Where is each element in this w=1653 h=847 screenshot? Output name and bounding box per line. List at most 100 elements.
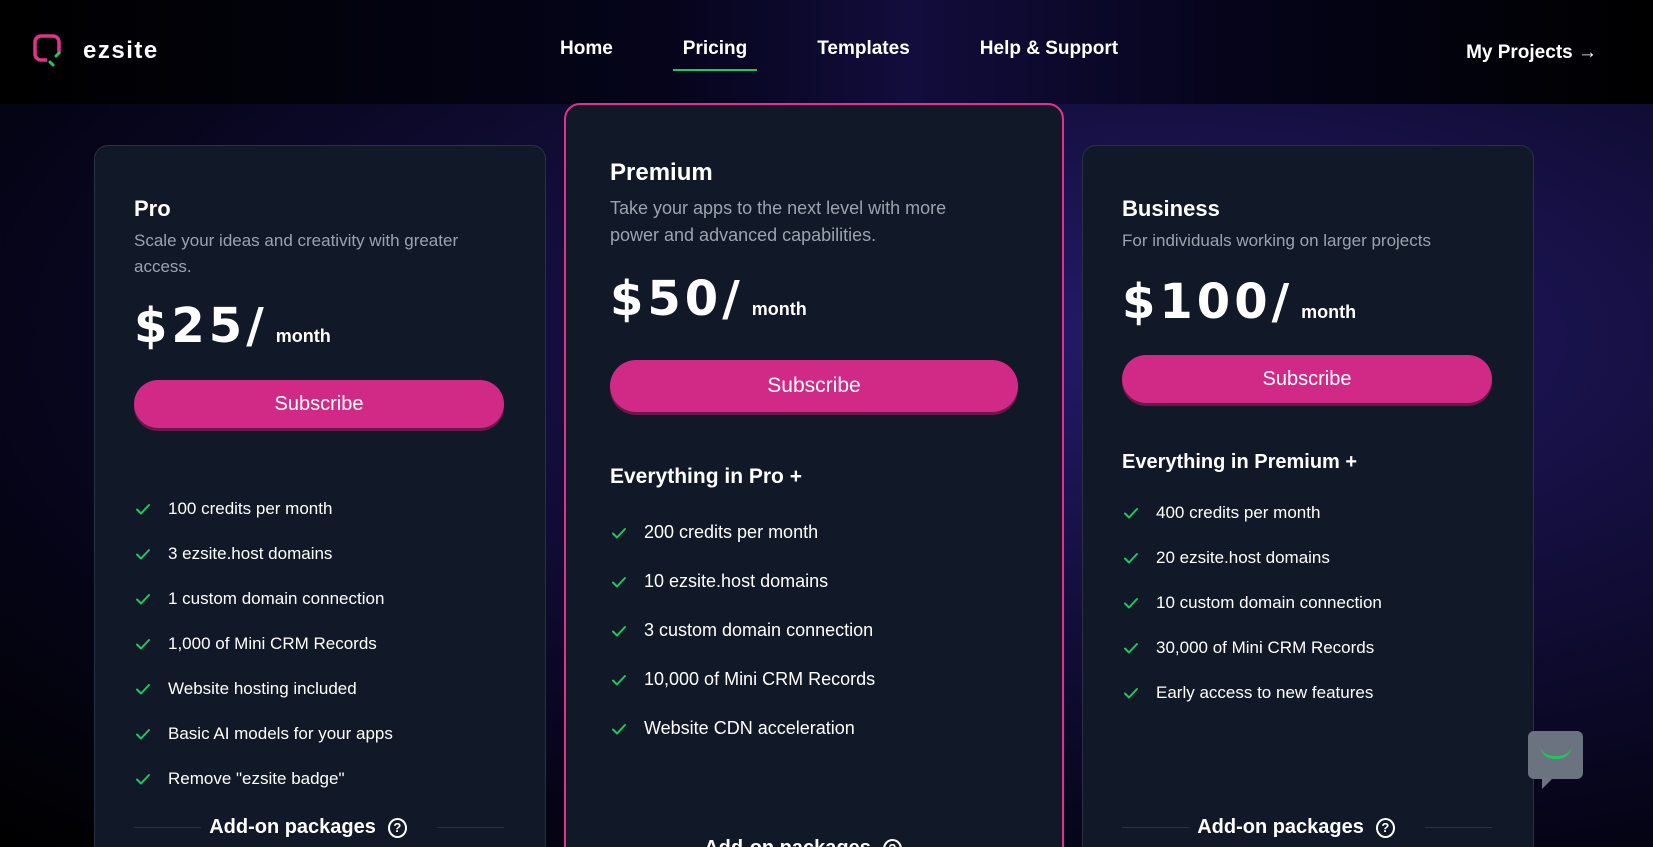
list-item: 10 custom domain connection — [1122, 580, 1382, 625]
feature-text: Early access to new features — [1156, 682, 1374, 702]
section-title: Everything in Pro + — [610, 465, 802, 488]
check-icon — [610, 671, 628, 689]
feature-list: 200 credits per month 10 ezsite.host dom… — [610, 508, 875, 753]
price-period: month — [751, 299, 807, 319]
feature-text: 100 credits per month — [168, 498, 333, 518]
my-projects-link[interactable]: My Projects → — [1466, 42, 1597, 64]
help-circle-icon[interactable]: ? — [882, 838, 902, 847]
list-item: Website hosting included — [134, 666, 393, 711]
feature-text: 10 custom domain connection — [1156, 592, 1382, 612]
feature-text: 30,000 of Mini CRM Records — [1156, 637, 1375, 657]
subscribe-button[interactable]: Subscribe — [1122, 355, 1492, 403]
check-icon — [610, 720, 628, 738]
ezsite-logo-icon — [33, 34, 65, 68]
help-circle-icon[interactable]: ? — [1375, 817, 1395, 838]
list-item: 100 credits per month — [134, 486, 393, 531]
main-nav: Home Pricing Templates Help & Support — [550, 38, 1178, 71]
subscribe-button[interactable]: Subscribe — [610, 360, 1018, 412]
check-icon — [1122, 684, 1140, 702]
check-icon — [610, 573, 628, 591]
list-item: 3 custom domain connection — [610, 606, 875, 655]
pricing-card-business: Business For individuals working on larg… — [1082, 145, 1534, 847]
help-circle-icon[interactable]: ? — [387, 817, 407, 838]
feature-text: 200 credits per month — [644, 522, 819, 542]
list-item: 200 credits per month — [610, 508, 875, 557]
pricing-card-premium: Premium Take your apps to the next level… — [564, 103, 1064, 847]
addon-label: Add-on packages — [704, 837, 871, 847]
feature-list: 400 credits per month 20 ezsite.host dom… — [1122, 490, 1382, 715]
list-item: 10,000 of Mini CRM Records — [610, 655, 875, 704]
section-title: Everything in Premium + — [1122, 451, 1358, 473]
feature-text: 10,000 of Mini CRM Records — [644, 669, 876, 689]
divider — [1424, 827, 1492, 828]
feature-text: 20 ezsite.host domains — [1156, 547, 1330, 567]
chat-smile — [1540, 745, 1572, 759]
check-icon — [1122, 594, 1140, 612]
chat-bubble-icon[interactable] — [1528, 731, 1583, 789]
price-period: month — [275, 326, 331, 346]
check-icon — [134, 770, 152, 788]
list-item: 30,000 of Mini CRM Records — [1122, 625, 1382, 670]
pricing-card-pro: Pro Scale your ideas and creativity with… — [94, 145, 546, 847]
nav-pricing[interactable]: Pricing — [672, 38, 758, 71]
check-icon — [610, 524, 628, 542]
plan-name: Pro — [134, 196, 171, 221]
subscribe-button[interactable]: Subscribe — [134, 380, 504, 428]
plan-description: Scale your ideas and creativity with gre… — [134, 231, 459, 276]
feature-text: 1 custom domain connection — [168, 588, 385, 608]
list-item: 1 custom domain connection — [134, 576, 393, 621]
list-item: 1,000 of Mini CRM Records — [134, 621, 393, 666]
addon-packages[interactable]: Add-on packages ? — [134, 816, 504, 839]
feature-text: 1,000 of Mini CRM Records — [168, 633, 377, 653]
list-item: 20 ezsite.host domains — [1122, 535, 1382, 580]
divider — [134, 827, 202, 828]
addon-label: Add-on packages — [1197, 816, 1364, 838]
nav-home[interactable]: Home — [550, 38, 623, 60]
list-item: 3 ezsite.host domains — [134, 531, 393, 576]
list-item: Basic AI models for your apps — [134, 711, 393, 756]
price-amount: $50/ — [610, 271, 744, 327]
top-nav-bar: ezsite Home Pricing Templates Help & Sup… — [0, 0, 1653, 104]
check-icon — [134, 590, 152, 608]
plan-description: Take your apps to the next level with mo… — [610, 198, 947, 245]
check-icon — [134, 635, 152, 653]
check-icon — [1122, 504, 1140, 522]
price-amount: $100/ — [1122, 274, 1294, 330]
check-icon — [1122, 639, 1140, 657]
list-item: Remove "ezsite badge" — [134, 756, 393, 801]
plan-description: For individuals working on larger projec… — [1122, 231, 1431, 250]
feature-text: 400 credits per month — [1156, 502, 1321, 522]
divider — [436, 827, 504, 828]
nav-templates[interactable]: Templates — [807, 38, 920, 60]
check-icon — [134, 725, 152, 743]
list-item: Early access to new features — [1122, 670, 1382, 715]
price-period: month — [1301, 302, 1357, 322]
plan-name: Premium — [610, 159, 713, 186]
addon-packages[interactable]: Add-on packages ? — [610, 837, 1018, 847]
check-icon — [134, 545, 152, 563]
nav-help-support[interactable]: Help & Support — [970, 38, 1128, 60]
plan-price: $100/ month — [1122, 274, 1356, 330]
check-icon — [1122, 549, 1140, 567]
feature-list: 100 credits per month 3 ezsite.host doma… — [134, 486, 393, 801]
check-icon — [134, 500, 152, 518]
list-item: 10 ezsite.host domains — [610, 557, 875, 606]
addon-label: Add-on packages — [209, 816, 376, 838]
feature-text: Website hosting included — [168, 678, 357, 698]
plan-price: $25/ month — [134, 298, 331, 354]
feature-text: 10 ezsite.host domains — [644, 571, 829, 591]
list-item: 400 credits per month — [1122, 490, 1382, 535]
plan-price: $50/ month — [610, 271, 807, 327]
feature-text: 3 custom domain connection — [644, 620, 874, 640]
price-amount: $25/ — [134, 298, 268, 354]
divider — [1122, 827, 1190, 828]
logo[interactable]: ezsite — [33, 34, 159, 68]
logo-text: ezsite — [83, 37, 159, 64]
feature-text: Remove "ezsite badge" — [168, 768, 345, 788]
addon-packages[interactable]: Add-on packages ? — [1122, 816, 1492, 839]
feature-text: Basic AI models for your apps — [168, 723, 393, 743]
feature-text: Website CDN acceleration — [644, 718, 855, 738]
check-icon — [610, 622, 628, 640]
feature-text: 3 ezsite.host domains — [168, 543, 333, 563]
list-item: Website CDN acceleration — [610, 704, 875, 753]
